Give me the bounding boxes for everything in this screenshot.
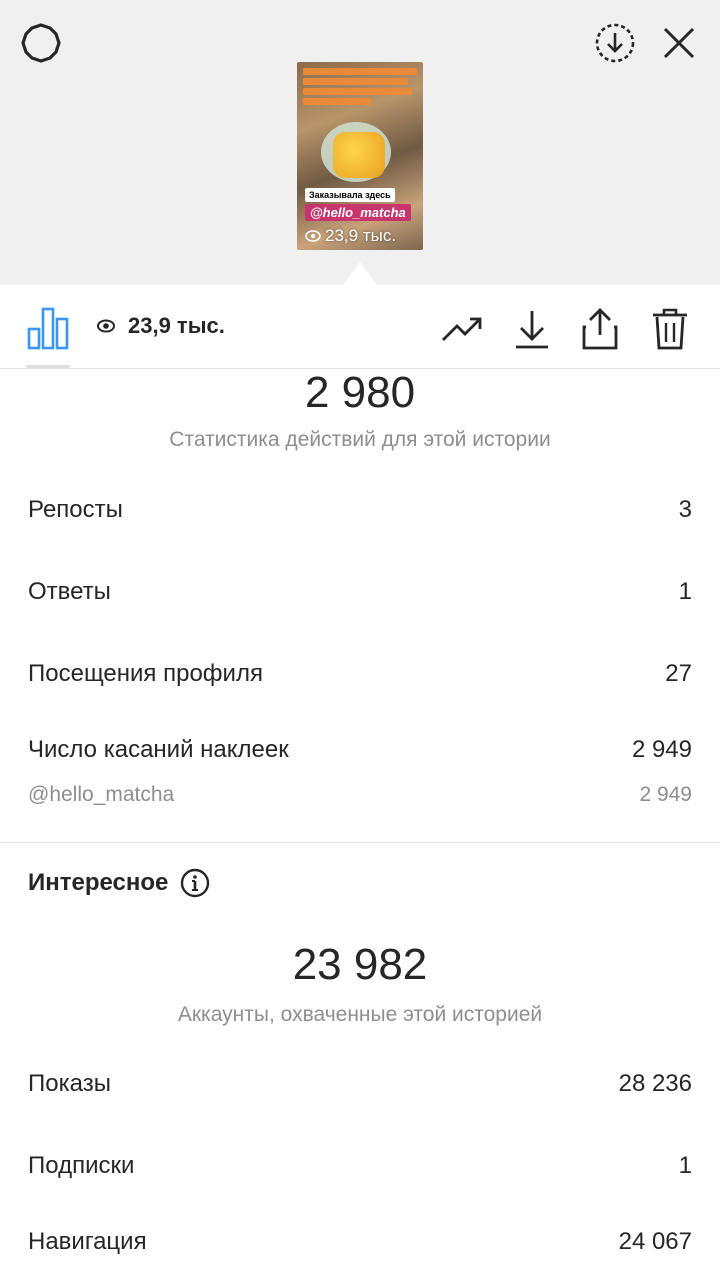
reach-caption: Аккаунты, охваченные этой историей [177, 1003, 543, 1026]
row-value: 2 949 [639, 783, 692, 806]
interaction-row-sticker-taps: Число касаний наклеек 2 949 [28, 736, 692, 764]
story-preview-area: Заказывала здесь @hello_matcha 23,9 тыс. [0, 0, 720, 285]
row-label: @hello_matcha [28, 783, 175, 806]
row-value: 28 236 [618, 1070, 692, 1097]
row-label: Навигация [28, 1228, 147, 1255]
interaction-subrow-mention: @hello_matcha 2 949 [28, 783, 692, 807]
settings-icon[interactable] [18, 20, 64, 66]
story-sticker-label: Заказывала здесь [305, 188, 395, 202]
discovery-row-impressions: Показы 28 236 [28, 1070, 692, 1098]
row-label: Число касаний наклеек [28, 736, 289, 763]
discovery-section-header: Интересное [28, 868, 210, 898]
row-label: Посещения профиля [28, 660, 263, 687]
row-label: Репосты [28, 496, 123, 523]
section-title: Интересное [28, 869, 169, 896]
section-divider [0, 842, 720, 843]
story-views-count: 23,9 тыс. [325, 226, 397, 245]
interactions-caption: Статистика действий для этой истории [169, 428, 551, 451]
views-summary: 23,9 тыс. [96, 313, 225, 339]
interaction-row-profile-visits: Посещения профиля 27 [28, 660, 692, 688]
row-value: 3 [678, 496, 692, 523]
story-views: 23,9 тыс. [305, 226, 396, 246]
save-download-icon[interactable] [590, 18, 640, 68]
story-image-jelly [333, 132, 385, 178]
story-mention-sticker: @hello_matcha [305, 204, 411, 221]
row-value: 2 949 [631, 736, 692, 763]
views-count: 23,9 тыс. [128, 313, 225, 338]
discovery-row-follows: Подписки 1 [28, 1152, 692, 1180]
discovery-row-navigation: Навигация 24 067 [28, 1228, 692, 1256]
info-icon[interactable] [180, 868, 210, 898]
interaction-row-shares: Репосты 3 [28, 496, 692, 524]
trash-icon[interactable] [646, 305, 694, 353]
interaction-row-replies: Ответы 1 [28, 578, 692, 606]
download-icon[interactable] [508, 305, 556, 353]
eye-icon [97, 319, 115, 333]
row-label: Подписки [28, 1152, 135, 1179]
insights-icon[interactable] [26, 303, 70, 353]
row-value: 24 067 [618, 1228, 692, 1255]
row-value: 27 [665, 660, 692, 687]
trend-icon[interactable] [438, 305, 486, 353]
insights-toolbar: 23,9 тыс. [0, 285, 720, 369]
reach-total: 23 982 [292, 940, 428, 989]
interactions-total: 2 980 [304, 368, 416, 417]
row-value: 1 [678, 578, 692, 605]
row-value: 1 [678, 1152, 692, 1179]
story-thumbnail[interactable]: Заказывала здесь @hello_matcha 23,9 тыс. [297, 62, 423, 250]
eye-icon [305, 230, 321, 242]
row-label: Показы [28, 1070, 111, 1097]
row-label: Ответы [28, 578, 111, 605]
close-icon[interactable] [654, 18, 704, 68]
share-icon[interactable] [576, 305, 624, 353]
story-caption-text [303, 68, 417, 108]
preview-pointer [342, 262, 378, 286]
